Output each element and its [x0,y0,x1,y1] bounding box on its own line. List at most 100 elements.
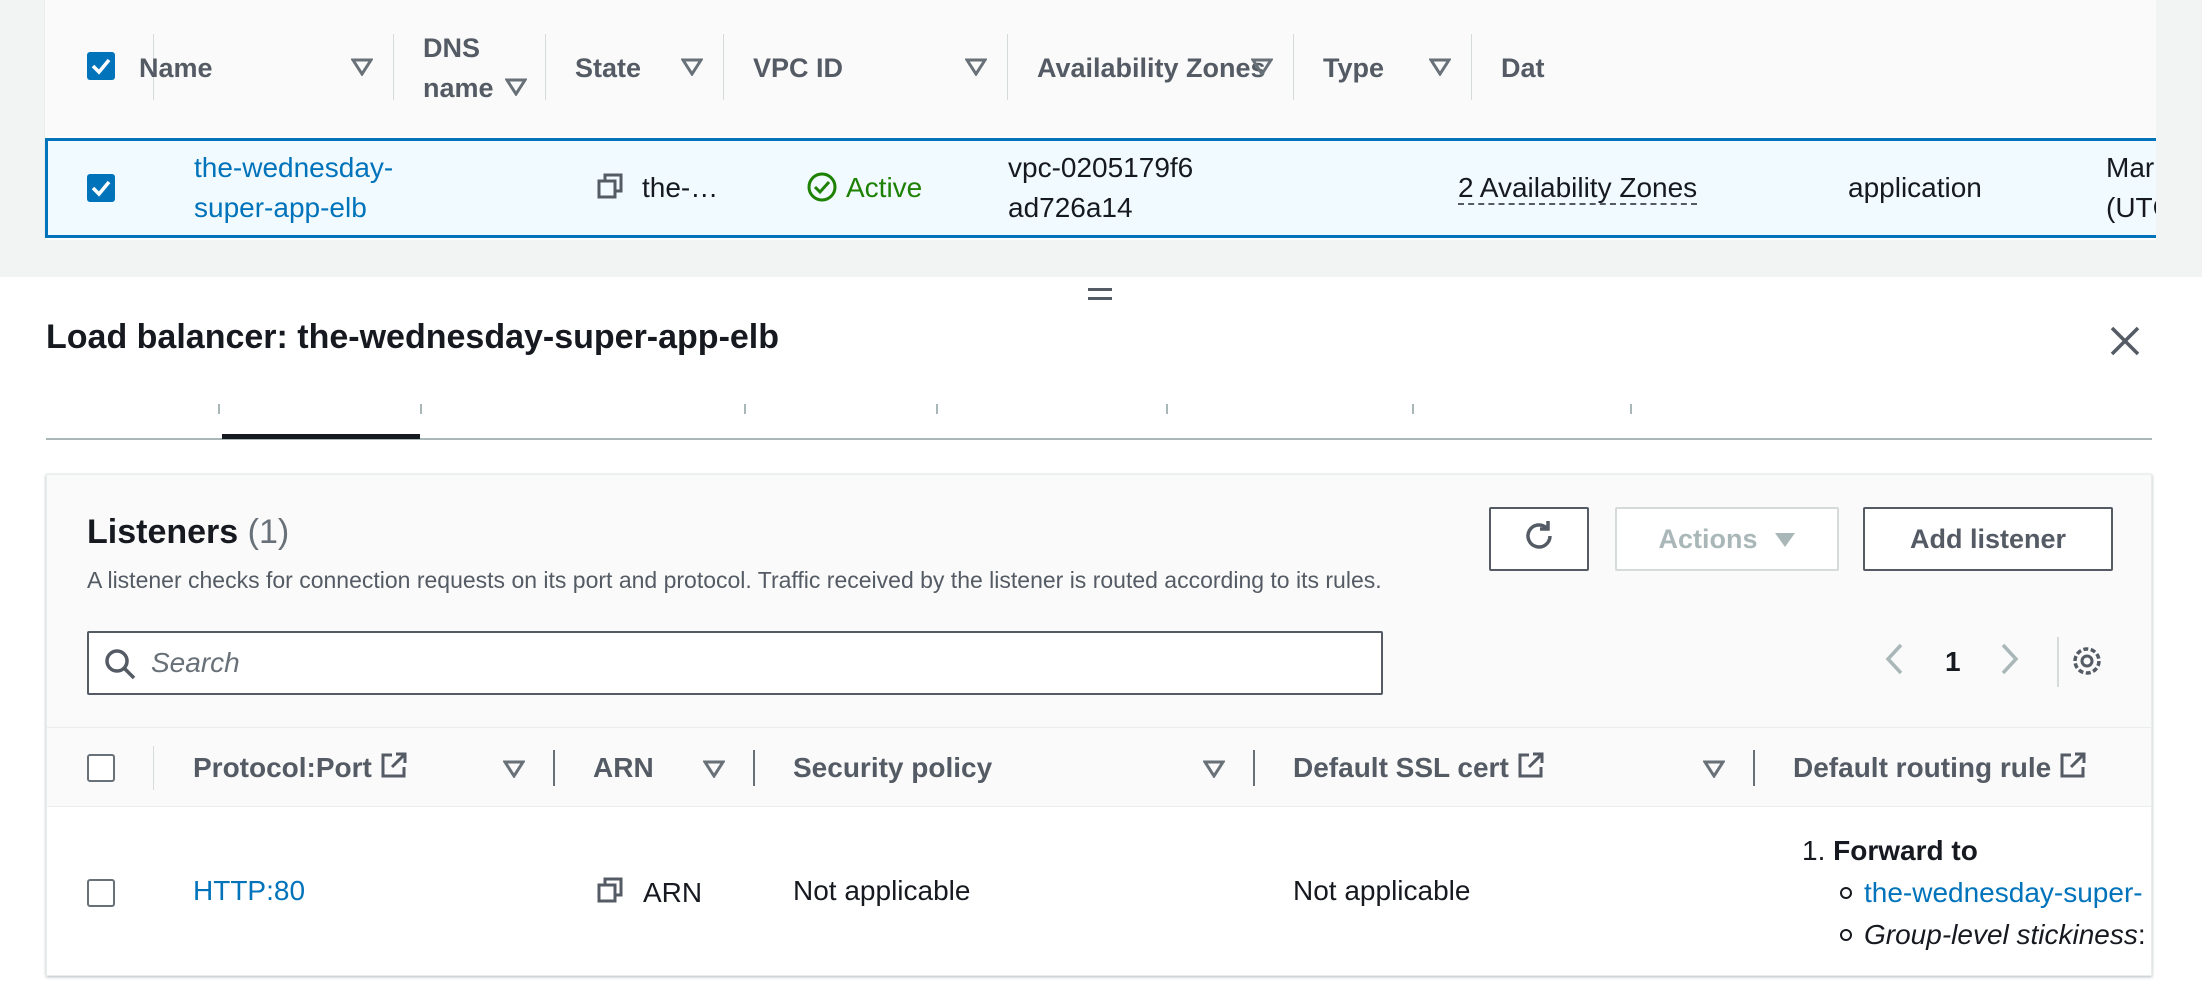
listeners-title-text: Listeners [87,513,239,551]
split-panel-title: Load balancer: the-wednesday-super-app-e… [46,318,780,356]
previous-page-icon[interactable] [1883,642,1907,683]
add-listener-button[interactable]: Add listener [1863,507,2113,571]
table-row[interactable]: the-wednesday-super-app-elb the-… Active… [45,138,2156,238]
sort-icon[interactable] [1429,58,1451,76]
listeners-count: (1) [247,513,290,551]
column-header-security-policy[interactable]: Security policy [793,728,992,808]
column-header-arn[interactable]: ARN [593,728,654,808]
rule-item: 1. Forward to [1802,830,2146,872]
sort-icon[interactable] [503,760,525,778]
target-group-link[interactable]: the-wednesday-super- [1864,872,2143,914]
column-label: Default SSL cert [1293,752,1509,783]
select-all-listeners-checkbox[interactable] [87,754,115,782]
tab-separator [420,404,422,414]
load-balancer-name-link[interactable]: the-wednesday-super-app-elb [194,148,454,228]
column-header-default-ssl-cert[interactable]: Default SSL cert [1293,728,1545,808]
column-header-protocol-port[interactable]: Protocol:Port [193,728,408,808]
listeners-description: A listener checks for connection request… [87,567,1382,593]
current-page[interactable]: 1 [1945,646,1961,678]
column-label: Dat [1501,53,1545,83]
availability-zones-value[interactable]: 2 Availability Zones [1458,168,1698,208]
security-policy-value: Not applicable [793,875,971,906]
stickiness-separator: : [2137,919,2146,950]
tab-separator [1630,404,1632,414]
actions-button[interactable]: Actions [1615,507,1839,571]
column-label: Type [1323,53,1385,83]
tab-separator [936,404,938,414]
bullet-icon [1840,887,1852,899]
column-header-date[interactable]: Dat [1501,0,1545,136]
sort-icon[interactable] [1703,760,1725,778]
dns-name-value: the-… [642,172,719,203]
stickiness-label: Group-level stickiness [1864,919,2138,950]
column-label: Availability Zones [1037,53,1266,83]
state-value: Active [846,172,923,203]
vpc-id-value: vpc-0205179f6ad726a14 [1008,152,1194,223]
sort-icon[interactable] [1251,58,1273,76]
load-balancers-area: Name DNS name State VPC ID Availability … [0,0,2202,277]
sort-icon[interactable] [681,58,703,76]
availability-zones-link[interactable]: 2 Availability Zones [1458,172,1698,205]
protocol-port-link[interactable]: HTTP:80 [193,871,305,911]
sort-icon[interactable] [1203,760,1225,778]
tab-separator [218,404,220,414]
settings-gear-icon[interactable] [2069,643,2105,684]
search-input[interactable] [151,643,1351,683]
column-header-type[interactable]: Type [1323,0,1384,136]
table-header: Name DNS name State VPC ID Availability … [45,0,2156,136]
caret-down-icon [1774,524,1796,555]
listeners-table-header: Protocol:Port ARN Security policy Defaul… [47,727,2151,807]
row-checkbox[interactable] [87,174,115,202]
external-link-icon [2059,751,2087,786]
column-header-vpc-id[interactable]: VPC ID [753,0,843,136]
external-link-icon [380,751,408,786]
refresh-button[interactable] [1489,507,1589,571]
type-value: application [1848,172,1982,203]
arn-value: ARN [643,877,703,908]
tab-separator [744,404,746,414]
sort-icon[interactable] [351,58,373,76]
bullet-icon [1840,929,1852,941]
rule-stickiness-item: Group-level stickiness: [1840,914,2146,956]
ssl-cert-value: Not applicable [1293,875,1471,906]
copy-icon[interactable] [597,877,625,910]
column-label: Security policy [793,752,993,783]
rule-action: Forward to [1833,835,1978,866]
column-header-name[interactable]: Name [139,0,213,136]
actions-label: Actions [1658,523,1758,554]
column-label: ARN [593,752,654,783]
close-icon[interactable] [2108,324,2142,358]
search-icon [103,647,137,681]
column-label: VPC ID [753,53,844,83]
column-header-dns-name[interactable]: DNS name [423,0,503,136]
copy-icon[interactable] [597,173,625,206]
tab-separator [1412,404,1414,414]
pagination: 1 [1883,637,2021,687]
split-panel-resize-handle[interactable] [1088,288,1112,306]
search-field[interactable] [87,631,1383,695]
sort-icon[interactable] [505,78,527,96]
sort-icon[interactable] [965,58,987,76]
refresh-icon [1522,519,1556,560]
load-balancers-table: Name DNS name State VPC ID Availability … [44,0,2156,240]
select-all-checkbox[interactable] [87,52,115,80]
date-value: Mar (UTC [2106,152,2156,223]
column-header-availability-zones[interactable]: Availability Zones [1037,0,1266,136]
column-header-default-routing-rule[interactable]: Default routing rule [1793,728,2087,808]
next-page-icon[interactable] [1997,642,2021,683]
rule-number: 1. [1802,835,1826,866]
listeners-title: Listeners (1) [87,513,289,552]
column-label: DNS name [423,33,494,103]
sort-icon[interactable] [703,760,725,778]
default-routing-rule: 1. Forward to the-wednesday-super- Group… [1802,830,2146,956]
column-label: Protocol:Port [193,752,372,783]
rule-target-item: the-wednesday-super- [1840,872,2146,914]
external-link-icon [1517,751,1545,786]
column-label: Name [139,53,213,83]
tab-listeners-active[interactable] [222,434,420,439]
split-panel-tabs [46,398,2152,440]
column-label: State [575,53,642,83]
row-checkbox[interactable] [87,879,115,907]
column-label: Default routing rule [1793,752,2052,783]
column-header-state[interactable]: State [575,0,641,136]
